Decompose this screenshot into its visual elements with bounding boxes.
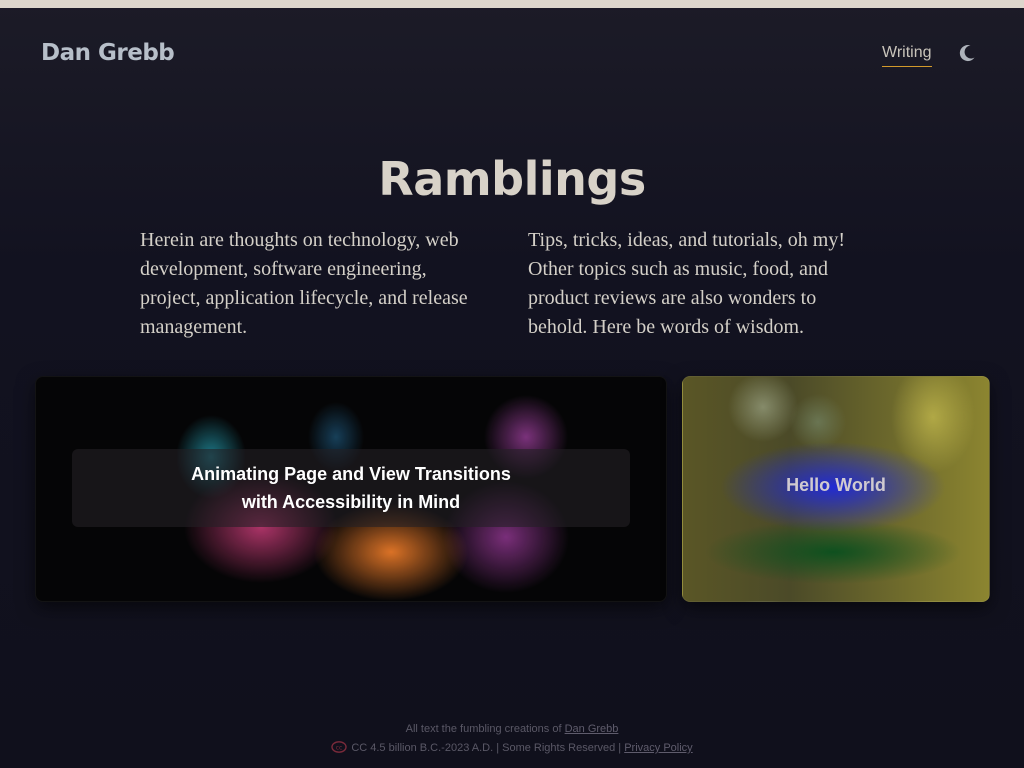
privacy-policy-link[interactable]: Privacy Policy [624,742,692,754]
svg-text:cc: cc [336,744,343,751]
site-footer: All text the fumbling creations of Dan G… [0,720,1024,758]
moon-icon [959,45,975,62]
creative-commons-icon: cc [331,741,348,753]
intro-paragraph-left: Herein are thoughts on technology, web d… [140,229,468,338]
post-card-label-panel: Animating Page and View Transitions with… [72,449,630,527]
footer-line-credits: All text the fumbling creations of Dan G… [0,720,1024,739]
post-card-title: Animating Page and View Transitions with… [191,464,511,512]
post-card-title: Hello World [786,475,886,495]
top-accent-bar [0,0,1024,8]
post-card-animating-transitions[interactable]: Animating Page and View Transitions with… [35,376,667,602]
site-logo-link[interactable]: Dan Grebb [41,40,175,66]
site-header: Dan Grebb Writing [0,8,1024,100]
footer-credits-text: All text the fumbling creations of [405,723,565,735]
theme-toggle-button[interactable] [956,42,978,64]
page-title: Ramblings [378,152,646,206]
post-card-hello-world[interactable]: Hello World [682,376,990,602]
intro-paragraph-right: Tips, tricks, ideas, and tutorials, oh m… [528,229,846,338]
footer-license-text: CC 4.5 billion B.C.-2023 A.D. | Some Rig… [351,742,625,754]
footer-line-license: cc CC 4.5 billion B.C.-2023 A.D. | Some … [0,739,1024,758]
nav-item-writing[interactable]: Writing [882,44,932,67]
footer-author-link[interactable]: Dan Grebb [565,723,619,735]
